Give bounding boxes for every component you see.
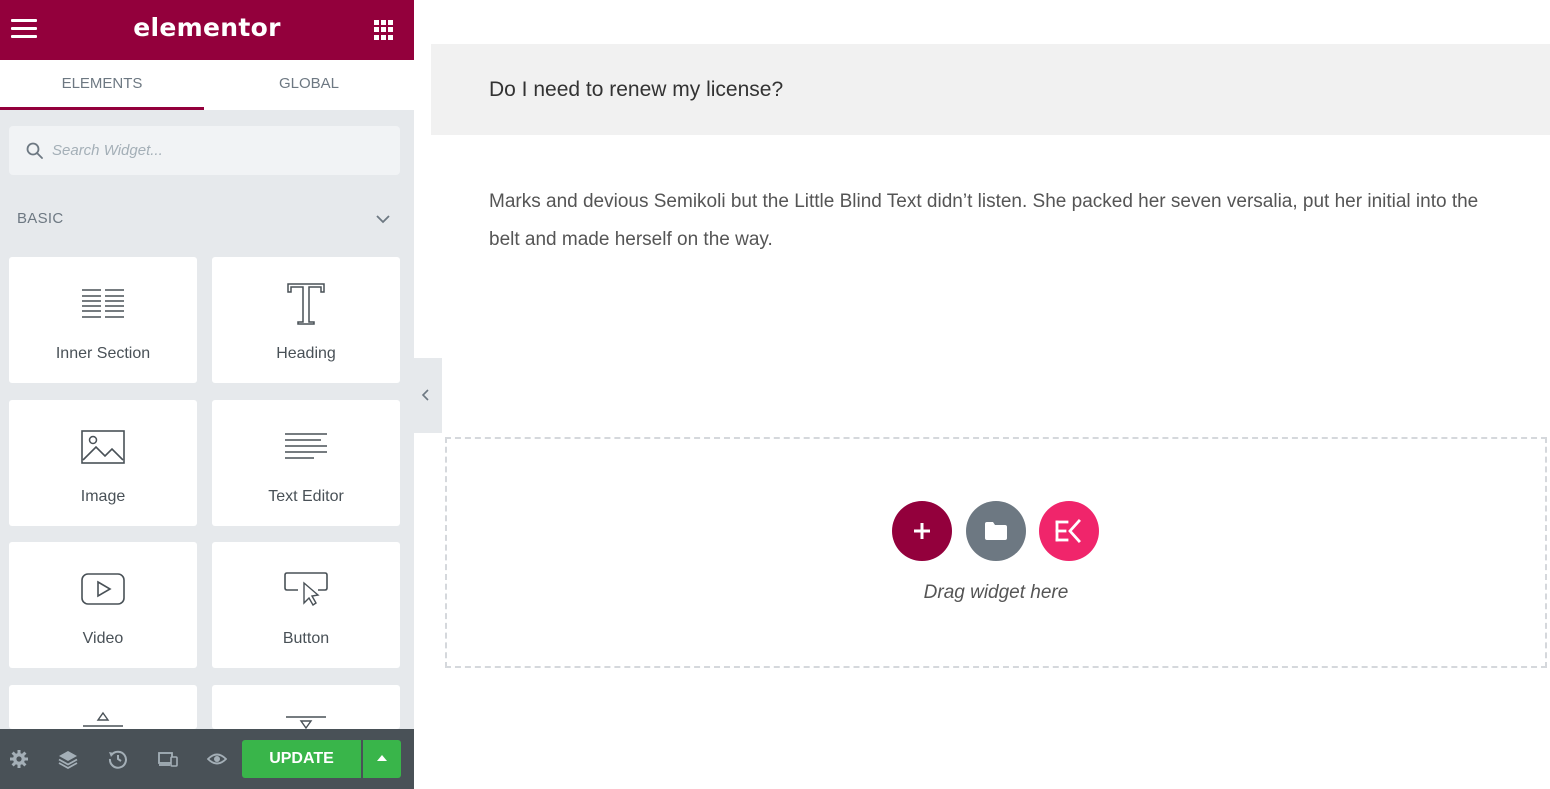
search-input[interactable] <box>52 126 382 175</box>
widget-image[interactable]: Image <box>9 400 197 526</box>
editor-panel: elementor ELEMENTS GLOBAL BASIC <box>0 0 414 789</box>
spacer-icon <box>286 716 326 729</box>
widget-text-editor[interactable]: Text Editor <box>212 400 400 526</box>
video-icon <box>81 573 125 605</box>
widget-label: Video <box>82 630 124 647</box>
search-icon <box>26 142 43 159</box>
chevron-left-icon <box>421 389 429 401</box>
apps-grid-icon[interactable] <box>374 20 394 40</box>
preview-eye-icon[interactable] <box>207 749 227 769</box>
search-box <box>9 126 400 175</box>
widget-label: Button <box>282 630 330 647</box>
panel-header: elementor <box>0 0 414 60</box>
settings-gear-icon[interactable] <box>9 749 29 769</box>
panel-tabs: ELEMENTS GLOBAL <box>0 60 414 110</box>
tab-elements[interactable]: ELEMENTS <box>0 60 204 110</box>
chevron-down-icon[interactable] <box>375 212 391 226</box>
drag-widget-hint: Drag widget here <box>923 582 1069 603</box>
heading-icon <box>287 283 325 325</box>
elementor-logo: elementor <box>133 13 281 42</box>
widget-divider[interactable] <box>9 685 197 729</box>
category-title: BASIC <box>17 210 64 227</box>
folder-icon <box>985 522 1007 540</box>
add-section-button[interactable] <box>892 501 952 561</box>
widget-video[interactable]: Video <box>9 542 197 668</box>
history-icon[interactable] <box>108 749 128 769</box>
plus-icon <box>914 523 930 539</box>
inner-section-icon <box>82 289 124 318</box>
responsive-mode-icon[interactable] <box>158 749 178 769</box>
tab-global[interactable]: GLOBAL <box>204 60 414 110</box>
widget-button[interactable]: Button <box>212 542 400 668</box>
button-icon <box>284 572 328 606</box>
elementskit-logo-icon <box>1055 519 1081 543</box>
add-template-button[interactable] <box>966 501 1026 561</box>
widget-label: Text Editor <box>268 488 344 505</box>
widget-label: Image <box>80 488 126 505</box>
accordion-content: Marks and devious Semikoli but the Littl… <box>489 191 1479 250</box>
navigator-layers-icon[interactable] <box>58 749 78 769</box>
widget-spacer[interactable] <box>212 685 400 729</box>
elementskit-button[interactable] <box>1039 501 1099 561</box>
divider-icon <box>83 711 123 727</box>
widget-label: Heading <box>276 345 336 362</box>
collapse-panel-button[interactable] <box>414 358 442 433</box>
widget-label: Inner Section <box>55 345 151 362</box>
widget-inner-section[interactable]: Inner Section <box>9 257 197 383</box>
update-options-caret-icon[interactable] <box>363 740 401 778</box>
accordion-title: Do I need to renew my license? <box>489 78 784 101</box>
image-icon <box>81 430 125 464</box>
update-button[interactable]: UPDATE <box>242 740 361 778</box>
widget-heading[interactable]: Heading <box>212 257 400 383</box>
text-editor-icon <box>285 433 327 459</box>
